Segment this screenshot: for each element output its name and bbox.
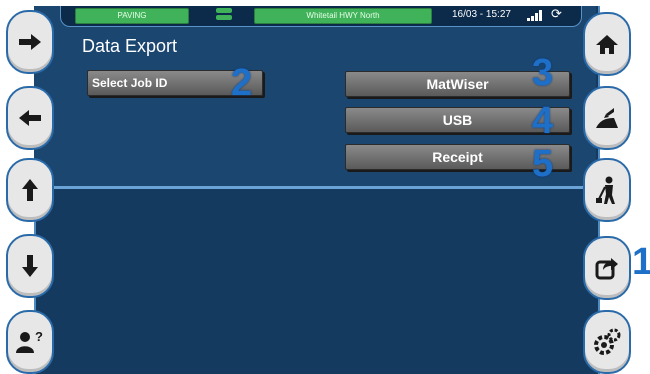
paving-button[interactable] [583,86,631,150]
export-button[interactable] [583,236,631,300]
mode-indicator: PAVING [75,8,189,24]
settings-icon [594,328,621,355]
callout-5: 5 [532,143,554,185]
export-icon [595,258,618,280]
job-name-indicator: Whitetail HWY North [254,8,432,24]
callout-1: 1 [632,241,650,283]
arrow-down-icon [22,255,38,277]
sync-icon: ⟳ [551,6,562,21]
next-button[interactable] [6,10,54,74]
callout-3: 3 [532,52,554,94]
callout-2: 2 [231,62,253,104]
arrow-up-icon [22,179,38,201]
worker-button[interactable] [583,158,631,222]
back-button[interactable] [6,86,54,150]
help-button[interactable]: ? [6,310,54,374]
date-time: 16/03 - 15:27 [452,9,511,20]
arrow-right-icon [19,34,41,50]
up-button[interactable] [6,158,54,222]
worker-icon [596,176,615,204]
down-button[interactable] [6,234,54,298]
settings-button[interactable] [583,310,631,374]
user-help-icon: ? [16,329,43,353]
page-title: Data Export [82,36,178,56]
connection-indicator [216,8,234,22]
arrow-left-icon [19,110,41,126]
callout-4: 4 [532,100,554,142]
signal-icon [527,10,543,21]
home-icon [596,35,618,54]
svg-text:?: ? [35,329,43,344]
home-button[interactable] [583,12,631,76]
screen: PAVING Whitetail HWY North 16/03 - 15:27… [0,0,650,374]
paving-icon [596,108,618,128]
